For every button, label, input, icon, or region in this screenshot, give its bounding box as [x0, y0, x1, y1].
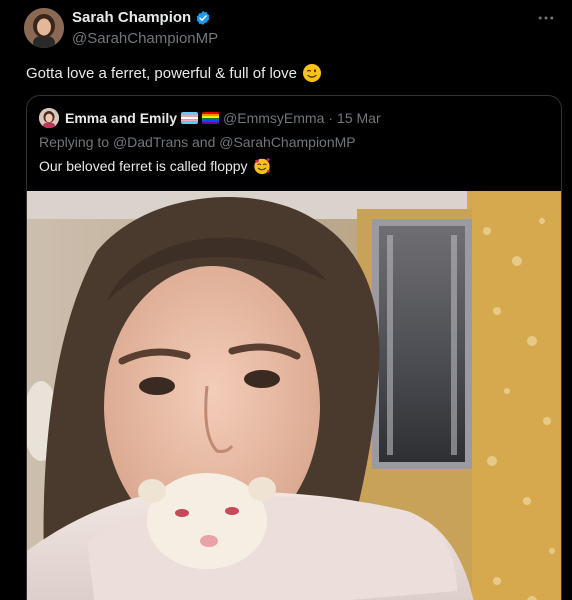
smiling-face-with-hearts-emoji-icon — [253, 158, 270, 175]
transgender-flag-icon — [181, 112, 199, 124]
mention-link-2[interactable]: @SarahChampionMP — [219, 134, 355, 150]
more-options-icon[interactable] — [536, 8, 556, 28]
quoted-author-name[interactable]: Emma and Emily — [65, 110, 177, 126]
quoted-author-avatar[interactable] — [39, 108, 59, 128]
quoted-tweet-header: Emma and Emily @EmmsyEmma · 15 Mar — [39, 108, 381, 128]
verified-badge-icon — [196, 10, 210, 25]
quoted-tweet-text: Our beloved ferret is called floppy — [39, 158, 248, 174]
mention-link-1[interactable]: @DadTrans — [113, 134, 188, 150]
author-avatar[interactable] — [24, 8, 64, 48]
tweet[interactable]: Sarah Champion @SarahChampionMP Gotta lo… — [0, 0, 572, 600]
tweet-text-row: Gotta love a ferret, powerful & full of … — [26, 63, 322, 83]
tweet-text: Gotta love a ferret, powerful & full of … — [26, 64, 297, 82]
winking-face-emoji-icon — [302, 64, 321, 82]
quoted-tweet-text-row: Our beloved ferret is called floppy — [39, 157, 271, 175]
quoted-tweet-card[interactable]: Emma and Emily @EmmsyEmma · 15 Mar Reply… — [26, 95, 562, 600]
replying-to-line: Replying to @DadTrans and @SarahChampion… — [39, 134, 356, 150]
author-name[interactable]: Sarah Champion — [72, 9, 191, 26]
author-name-row[interactable]: Sarah Champion — [72, 9, 211, 26]
replying-and: and — [192, 134, 216, 150]
replying-prefix: Replying to — [39, 134, 110, 150]
author-handle[interactable]: @SarahChampionMP — [72, 30, 218, 47]
quoted-tweet-date[interactable]: 15 Mar — [337, 110, 381, 126]
quoted-tweet-photo[interactable] — [27, 191, 561, 600]
rainbow-flag-icon — [202, 112, 220, 124]
separator-dot: · — [328, 110, 334, 126]
quoted-author-handle[interactable]: @EmmsyEmma — [223, 110, 324, 126]
